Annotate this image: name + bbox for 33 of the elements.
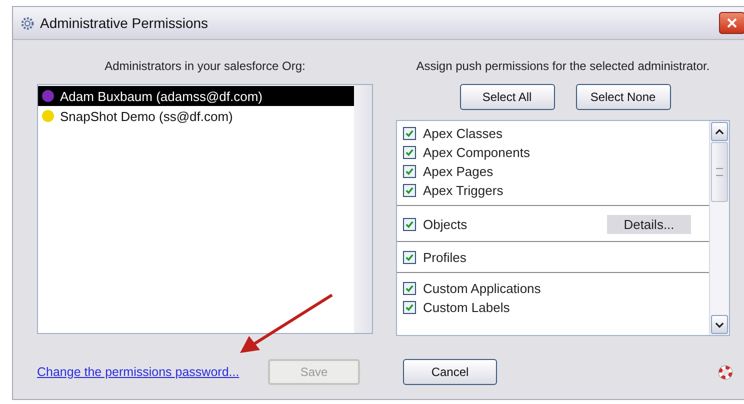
checkbox-label: Profiles: [423, 250, 466, 265]
panel-heading: Administrators in your salesforce Org:: [104, 58, 306, 75]
details-button[interactable]: Details...: [607, 214, 691, 234]
close-button[interactable]: [719, 12, 744, 34]
checkbox-label: Apex Classes: [423, 126, 502, 141]
window-title: Administrative Permissions: [40, 15, 208, 31]
checkbox-label: Custom Labels: [423, 300, 510, 315]
checkbox[interactable]: [403, 251, 416, 264]
checkbox[interactable]: [403, 282, 416, 295]
checkbox-label: Custom Applications: [423, 281, 541, 296]
checkbox[interactable]: [403, 184, 416, 197]
list-item[interactable]: Adam Buxbaum (adamss@df.com): [38, 86, 354, 106]
list-item[interactable]: SnapShot Demo (ss@df.com): [38, 106, 354, 126]
checkbox-label: Objects: [423, 216, 468, 232]
panel-heading: Assign push permissions for the selected administrator.: [416, 58, 710, 75]
lifebuoy-icon[interactable]: [718, 364, 733, 380]
cancel-button[interactable]: Cancel: [403, 359, 497, 385]
checkbox[interactable]: [403, 218, 416, 230]
scrollbar[interactable]: [709, 121, 729, 335]
password-link[interactable]: Change the permissions password...: [37, 365, 268, 379]
checkbox[interactable]: [403, 165, 416, 178]
checkbox[interactable]: [403, 301, 416, 314]
checkbox[interactable]: [403, 127, 416, 140]
close-icon: [727, 18, 737, 28]
scroll-down-icon: [715, 322, 724, 328]
select-button[interactable]: Select All: [460, 84, 554, 110]
select-button[interactable]: Select None: [576, 84, 670, 110]
gear-icon: [20, 16, 35, 30]
checkbox[interactable]: [403, 146, 416, 159]
scroll-up-icon: [715, 128, 724, 134]
checkbox-label: Apex Pages: [423, 164, 494, 179]
checkbox-label: Apex Components: [423, 145, 530, 160]
checkbox-label: Apex Triggers: [423, 183, 504, 198]
